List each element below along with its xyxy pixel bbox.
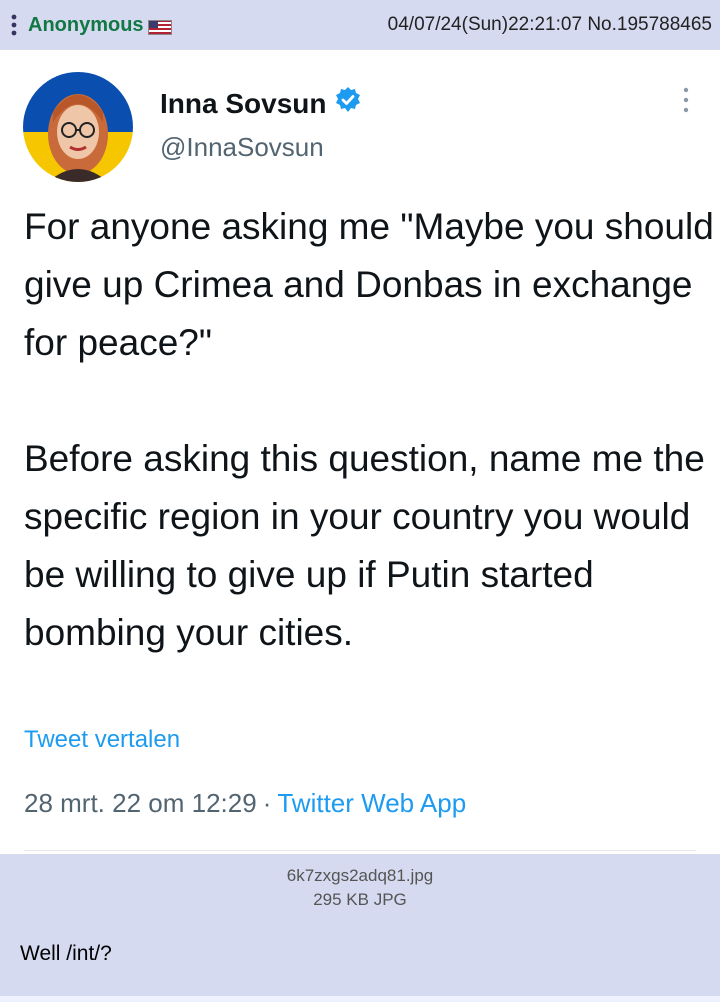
translate-link[interactable]: Tweet vertalen: [24, 726, 180, 754]
verified-badge-icon: [334, 86, 362, 121]
tweet-paragraph: For anyone asking me "Maybe you should g…: [24, 206, 714, 363]
attachment-filename[interactable]: 6k7zxgs2adq81.jpg: [0, 864, 720, 888]
post-header: Anonymous 04/07/24(Sun)22:21:07 No.19578…: [0, 0, 720, 50]
author-handle[interactable]: @InnaSovsun: [160, 132, 324, 163]
tweet-text: For anyone asking me "Maybe you should g…: [24, 198, 714, 662]
attachment-details: 295 KB JPG: [313, 890, 407, 909]
tweet-date[interactable]: 28 mrt. 22 om 12:29: [24, 788, 257, 819]
more-options-icon[interactable]: [682, 86, 690, 119]
attachment-info: 6k7zxgs2adq81.jpg 295 KB JPG: [0, 864, 720, 912]
author-name[interactable]: Inna Sovsun: [160, 88, 326, 120]
meta-separator: ·: [262, 788, 272, 818]
tweet-author[interactable]: Inna Sovsun: [160, 86, 362, 121]
poster-name: Anonymous: [28, 13, 144, 36]
tweet-meta: 28 mrt. 22 om 12:29 · Twitter Web App: [24, 788, 466, 819]
post-number[interactable]: No.195788465: [587, 14, 712, 35]
tweet-source[interactable]: Twitter Web App: [277, 788, 466, 819]
us-flag-icon: [147, 18, 172, 35]
divider: [24, 850, 696, 851]
tweet-card: Inna Sovsun @InnaSovsun For anyone askin…: [0, 50, 720, 854]
post-datetime: 04/07/24(Sun)22:21:07: [387, 14, 583, 35]
bottom-divider: [0, 996, 720, 1002]
kebab-menu-icon[interactable]: [0, 0, 28, 50]
post-meta: 04/07/24(Sun)22:21:07 No.195788465: [388, 14, 720, 36]
avatar[interactable]: [23, 72, 133, 182]
tweet-paragraph: Before asking this question, name me the…: [24, 438, 705, 653]
post-comment: Well /int/?: [20, 942, 112, 965]
